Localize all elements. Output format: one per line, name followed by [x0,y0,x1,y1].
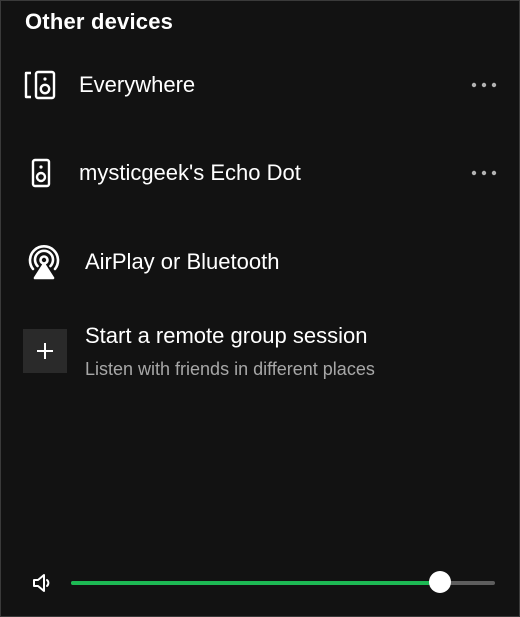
volume-slider-track[interactable] [71,571,495,593]
volume-icon[interactable] [29,570,55,596]
group-session-subtitle: Listen with friends in different places [85,359,375,379]
volume-slider-thumb[interactable] [428,571,451,593]
section-title: Other devices [25,9,174,34]
group-session-title: Start a remote group session [85,323,368,348]
device-item-airplay-bluetooth[interactable]: AirPlay or Bluetooth [21,240,499,284]
remote-group-session-item[interactable]: Start a remote group session Listen with… [23,323,499,380]
device-item-echo-dot[interactable]: mysticgeek's Echo Dot [21,151,499,195]
device-picker-panel: Other devices Everywhere mysticgeek's Ec… [0,0,520,617]
plus-icon [23,329,67,373]
speaker-group-icon [21,65,61,105]
device-label-echo-dot: mysticgeek's Echo Dot [79,160,301,185]
volume-slider-fill [71,581,440,585]
device-label-everywhere: Everywhere [79,72,196,97]
airplay-icon [21,242,67,282]
device-label-airplay-bluetooth: AirPlay or Bluetooth [85,249,280,274]
device-item-everywhere[interactable]: Everywhere [21,63,499,107]
more-options-icon[interactable] [469,75,499,95]
group-session-text: Start a remote group session Listen with… [85,323,375,380]
volume-control [29,569,495,597]
speaker-icon [21,153,61,193]
more-options-icon[interactable] [469,163,499,183]
